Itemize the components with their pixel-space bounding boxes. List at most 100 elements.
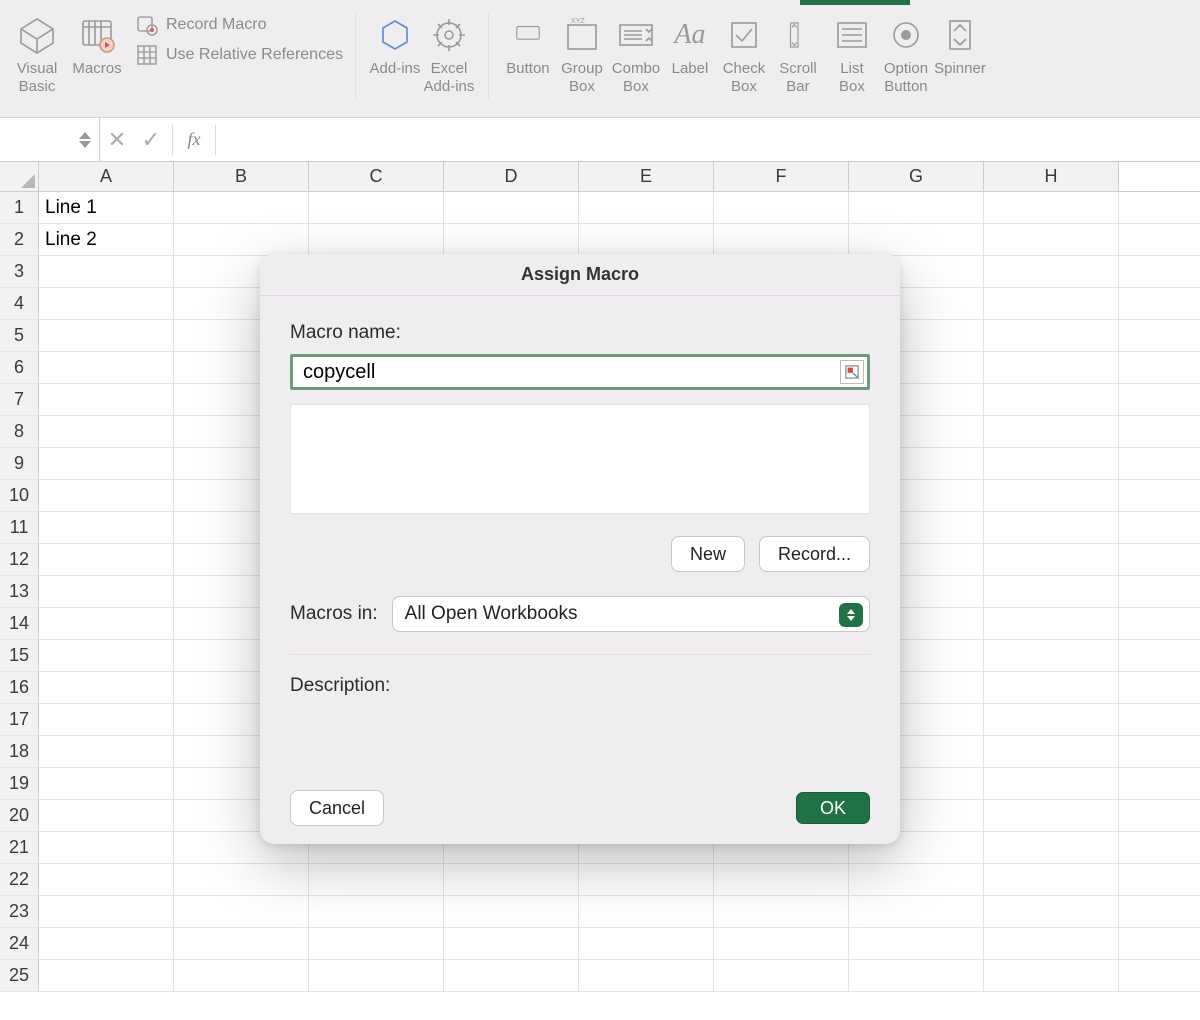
row-header[interactable]: 15: [0, 640, 39, 671]
cell[interactable]: [984, 224, 1119, 255]
cell[interactable]: [984, 832, 1119, 863]
row-header[interactable]: 16: [0, 672, 39, 703]
row-header[interactable]: 18: [0, 736, 39, 767]
row-header[interactable]: 23: [0, 896, 39, 927]
cell[interactable]: [39, 896, 174, 927]
ribbon-ctrl-spinner[interactable]: Spinner: [933, 14, 987, 78]
row-header[interactable]: 8: [0, 416, 39, 447]
cell[interactable]: [984, 704, 1119, 735]
cell[interactable]: [984, 768, 1119, 799]
cell[interactable]: [309, 896, 444, 927]
cell[interactable]: [174, 896, 309, 927]
cell[interactable]: [579, 192, 714, 223]
cell[interactable]: [849, 896, 984, 927]
record-macro-button[interactable]: Record...: [759, 536, 870, 572]
row-header[interactable]: 4: [0, 288, 39, 319]
ribbon-ctrl-listbox[interactable]: List Box: [825, 14, 879, 96]
cell[interactable]: [984, 448, 1119, 479]
cell[interactable]: [579, 224, 714, 255]
column-header[interactable]: A: [39, 162, 174, 191]
range-picker-icon[interactable]: [840, 360, 864, 384]
ribbon-ctrl-button[interactable]: Button: [501, 14, 555, 78]
ribbon-ctrl-combobox[interactable]: Combo Box: [609, 14, 663, 96]
ribbon-record-macro[interactable]: Record Macro: [136, 14, 343, 36]
row-header[interactable]: 17: [0, 704, 39, 735]
namebox-stepper-icon[interactable]: [79, 132, 93, 148]
cell[interactable]: [849, 224, 984, 255]
row-header[interactable]: 19: [0, 768, 39, 799]
ok-button[interactable]: OK: [796, 792, 870, 824]
column-header[interactable]: D: [444, 162, 579, 191]
cell[interactable]: [714, 960, 849, 991]
row-header[interactable]: 9: [0, 448, 39, 479]
cell[interactable]: [444, 960, 579, 991]
row-header[interactable]: 22: [0, 864, 39, 895]
macro-list[interactable]: [290, 404, 870, 514]
row-header[interactable]: 12: [0, 544, 39, 575]
ribbon-ctrl-checkbox[interactable]: Check Box: [717, 14, 771, 96]
row-header[interactable]: 14: [0, 608, 39, 639]
cell[interactable]: [309, 192, 444, 223]
cell[interactable]: [39, 960, 174, 991]
select-all-corner[interactable]: [0, 162, 39, 191]
cell[interactable]: [39, 768, 174, 799]
cell[interactable]: [579, 896, 714, 927]
cell[interactable]: [39, 288, 174, 319]
cell[interactable]: [984, 672, 1119, 703]
row-header[interactable]: 3: [0, 256, 39, 287]
name-box[interactable]: [0, 118, 100, 161]
cell[interactable]: [39, 448, 174, 479]
row-header[interactable]: 6: [0, 352, 39, 383]
cell[interactable]: [39, 672, 174, 703]
cell[interactable]: [984, 928, 1119, 959]
cell[interactable]: [984, 800, 1119, 831]
cell[interactable]: [39, 608, 174, 639]
cell[interactable]: [309, 928, 444, 959]
row-header[interactable]: 20: [0, 800, 39, 831]
cell[interactable]: [174, 192, 309, 223]
row-header[interactable]: 25: [0, 960, 39, 991]
macro-name-input[interactable]: [290, 354, 870, 390]
ribbon-ctrl-label[interactable]: Aa Label: [663, 14, 717, 78]
column-header[interactable]: G: [849, 162, 984, 191]
row-header[interactable]: 13: [0, 576, 39, 607]
cell[interactable]: [984, 640, 1119, 671]
column-header[interactable]: C: [309, 162, 444, 191]
cancel-formula-icon[interactable]: ✕: [100, 127, 134, 153]
row-header[interactable]: 7: [0, 384, 39, 415]
cell[interactable]: [39, 256, 174, 287]
ribbon-addins[interactable]: Add-ins: [368, 14, 422, 78]
cell[interactable]: [39, 928, 174, 959]
column-header[interactable]: H: [984, 162, 1119, 191]
ribbon-ctrl-optionbutton[interactable]: Option Button: [879, 14, 933, 96]
cell[interactable]: [444, 864, 579, 895]
cell[interactable]: [849, 864, 984, 895]
cell[interactable]: [984, 352, 1119, 383]
formula-input[interactable]: [220, 118, 1200, 161]
cell[interactable]: [714, 192, 849, 223]
cell[interactable]: [39, 864, 174, 895]
cell[interactable]: [39, 832, 174, 863]
row-header[interactable]: 2: [0, 224, 39, 255]
cell[interactable]: [984, 864, 1119, 895]
row-header[interactable]: 21: [0, 832, 39, 863]
cell[interactable]: [174, 928, 309, 959]
column-header[interactable]: F: [714, 162, 849, 191]
column-header[interactable]: B: [174, 162, 309, 191]
row-header[interactable]: 1: [0, 192, 39, 223]
cell[interactable]: [579, 864, 714, 895]
cell[interactable]: [39, 384, 174, 415]
cell[interactable]: [849, 192, 984, 223]
fx-icon[interactable]: fx: [177, 129, 211, 150]
macros-in-select[interactable]: All Open Workbooks: [392, 596, 870, 632]
cell[interactable]: [39, 352, 174, 383]
cell[interactable]: [39, 320, 174, 351]
cell[interactable]: [39, 800, 174, 831]
cell[interactable]: [39, 544, 174, 575]
ribbon-excel-addins[interactable]: Excel Add-ins: [422, 14, 476, 96]
cancel-button[interactable]: Cancel: [290, 790, 384, 826]
cell[interactable]: [984, 320, 1119, 351]
cell[interactable]: [714, 224, 849, 255]
cell[interactable]: [984, 544, 1119, 575]
ribbon-visual-basic[interactable]: Visual Basic: [10, 14, 64, 96]
